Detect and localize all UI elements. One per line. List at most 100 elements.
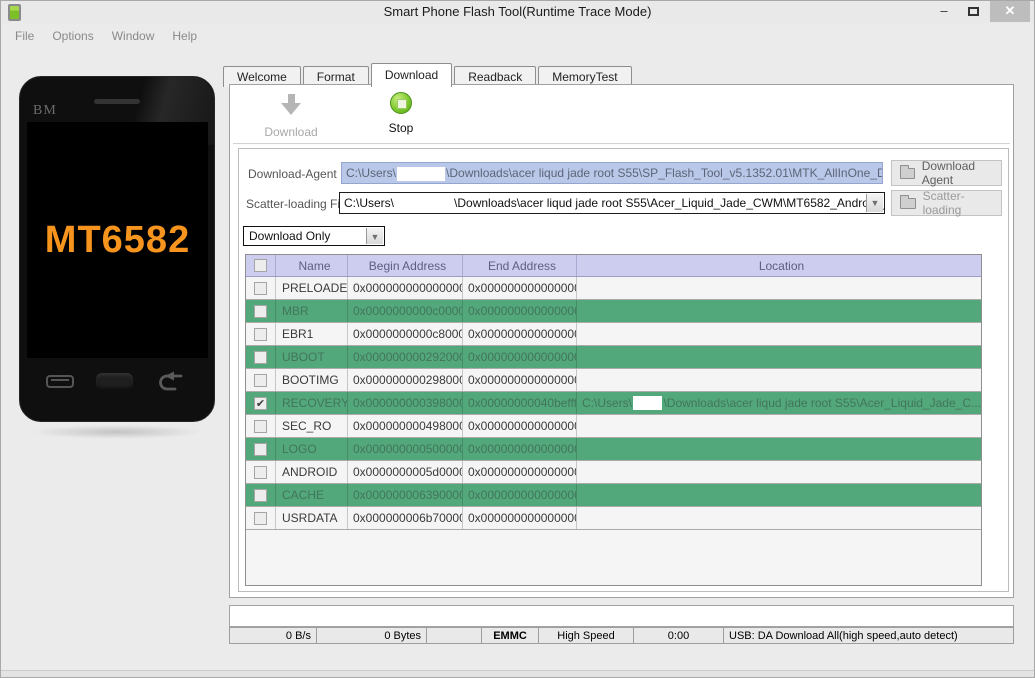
begin-address: 0x0000000003980000	[348, 392, 463, 414]
status-usb-mode: USB: DA Download All(high speed,auto det…	[729, 629, 958, 642]
table-row[interactable]: MBR 0x0000000000c00000 0x0000000000000000	[246, 300, 981, 323]
table-row[interactable]: CACHE 0x0000000063900000 0x000000000000000…	[246, 484, 981, 507]
phone-home-button	[95, 372, 133, 390]
row-check-cell	[246, 323, 276, 345]
row-checkbox[interactable]	[254, 327, 267, 341]
menu-help[interactable]: Help	[172, 29, 197, 43]
download-agent-field[interactable]: C:\Users\ \Downloads\acer liqud jade root…	[341, 162, 883, 184]
row-check-cell: ✔	[246, 392, 276, 414]
row-check-cell	[246, 369, 276, 391]
end-address: 0x0000000000000000	[463, 461, 577, 483]
menu-file[interactable]: File	[15, 29, 34, 43]
end-address: 0x0000000000000000	[463, 323, 577, 345]
header-end-address[interactable]: End Address	[463, 255, 577, 276]
begin-address: 0x000000006b700000	[348, 507, 463, 529]
begin-address: 0x0000000000c80000	[348, 323, 463, 345]
end-address: 0x0000000000000000	[463, 484, 577, 506]
scatter-path-prefix: C:\Users\	[344, 196, 395, 210]
redacted-username	[395, 196, 454, 211]
end-address: 0x0000000000000000	[463, 415, 577, 437]
scatter-file-combobox[interactable]: C:\Users\ \Downloads\acer liqud jade root…	[339, 192, 885, 214]
chevron-down-icon[interactable]: ▼	[366, 228, 383, 244]
partition-name: USRDATA	[276, 507, 348, 529]
row-checkbox[interactable]	[254, 465, 267, 479]
begin-address: 0x0000000005d00000	[348, 461, 463, 483]
partition-name: SEC_RO	[276, 415, 348, 437]
location-path-prefix: C:\Users\	[582, 396, 633, 410]
row-check-cell	[246, 438, 276, 460]
close-button[interactable]: ✕	[990, 1, 1030, 22]
row-checkbox[interactable]	[254, 304, 267, 318]
minimize-button[interactable]: –	[930, 1, 958, 22]
end-address: 0x00000000040befff	[463, 392, 577, 414]
download-group-box: Download-Agent C:\Users\ \Downloads\acer …	[238, 148, 1009, 592]
location-cell	[577, 369, 981, 391]
download-arrow-icon	[278, 92, 304, 118]
select-all-checkbox[interactable]	[254, 259, 267, 272]
table-row[interactable]: ✔ RECOVERY 0x0000000003980000 0x00000000040…	[246, 392, 981, 415]
partition-name: EBR1	[276, 323, 348, 345]
download-tab-page: Download Stop Download-Agent C:\Users\ \D…	[229, 84, 1014, 598]
download-action-label: Download	[264, 125, 318, 139]
window-bottom-edge	[1, 670, 1034, 677]
begin-address: 0x0000000000c00000	[348, 300, 463, 322]
partition-table: Name Begin Address End Address Location …	[245, 254, 982, 586]
status-blank	[427, 628, 482, 643]
row-checkbox[interactable]	[254, 373, 267, 387]
scatter-loading-button[interactable]: Scatter-loading	[891, 189, 1002, 217]
scatter-path-suffix: \Downloads\acer liqud jade root S55\Acer…	[454, 196, 884, 210]
status-connection: High Speed	[539, 628, 634, 643]
table-row[interactable]: USRDATA 0x000000006b700000 0x0000000000000…	[246, 507, 981, 530]
status-bar: 0 B/s 0 Bytes EMMC High Speed 0:00 USB: …	[229, 627, 1014, 644]
location-cell: C:\Users\ \Downloads\acer liqud jade root…	[577, 392, 981, 414]
row-checkbox[interactable]	[254, 488, 267, 502]
phone-screen: MT6582	[27, 122, 208, 358]
partition-name: BOOTIMG	[276, 369, 348, 391]
download-mode-value: Download Only	[249, 229, 331, 243]
table-row[interactable]: ANDROID 0x0000000005d00000 0x0000000000000…	[246, 461, 981, 484]
maximize-button[interactable]	[959, 1, 987, 22]
row-checkbox[interactable]	[254, 281, 267, 295]
begin-address: 0x0000000002920000	[348, 346, 463, 368]
begin-address: 0x0000000004980000	[348, 415, 463, 437]
end-address: 0x0000000000000000	[463, 277, 577, 299]
table-header-row: Name Begin Address End Address Location	[246, 255, 981, 277]
row-check-cell	[246, 484, 276, 506]
download-action-button[interactable]: Download	[252, 92, 330, 142]
download-agent-button-label: Download Agent	[921, 159, 976, 187]
maximize-icon	[967, 7, 979, 16]
tab-download[interactable]: Download	[370, 63, 453, 87]
table-row[interactable]: BOOTIMG 0x0000000002980000 0x0000000000000…	[246, 369, 981, 392]
row-checkbox[interactable]	[254, 419, 267, 433]
agent-path-suffix: \Downloads\acer liqud jade root S55\SP_F…	[446, 166, 883, 180]
row-check-cell	[246, 277, 276, 299]
folder-icon	[900, 194, 916, 209]
row-checkbox-checked[interactable]: ✔	[254, 396, 267, 410]
toolbar-separator	[233, 143, 1010, 145]
chevron-down-icon[interactable]: ▼	[866, 194, 883, 212]
stop-action-button[interactable]: Stop	[362, 92, 440, 142]
row-checkbox[interactable]	[254, 350, 267, 364]
partition-name: ANDROID	[276, 461, 348, 483]
table-row[interactable]: PRELOADER0x00000000000000000x00000000000…	[246, 277, 981, 300]
app-window: Smart Phone Flash Tool(Runtime Trace Mod…	[0, 0, 1035, 678]
header-location[interactable]: Location	[577, 255, 981, 276]
end-address: 0x0000000000000000	[463, 507, 577, 529]
title-bar: Smart Phone Flash Tool(Runtime Trace Mod…	[1, 1, 1034, 23]
location-cell	[577, 277, 981, 299]
table-row[interactable]: UBOOT 0x0000000002920000 0x000000000000000…	[246, 346, 981, 369]
header-begin-address[interactable]: Begin Address	[348, 255, 463, 276]
row-checkbox[interactable]	[254, 511, 267, 525]
download-agent-button[interactable]: Download Agent	[891, 159, 1002, 187]
partition-name: MBR	[276, 300, 348, 322]
table-row[interactable]: EBR1 0x0000000000c80000 0x0000000000000000	[246, 323, 981, 346]
table-row[interactable]: SEC_RO 0x0000000004980000 0x00000000000000…	[246, 415, 981, 438]
table-row[interactable]: LOGO 0x0000000005000000 0x0000000000000000	[246, 438, 981, 461]
header-name[interactable]: Name	[276, 255, 348, 276]
location-cell	[577, 346, 981, 368]
row-checkbox[interactable]	[254, 442, 267, 456]
menu-options[interactable]: Options	[52, 29, 93, 43]
download-mode-select[interactable]: Download Only ▼	[243, 226, 385, 246]
partition-name: RECOVERY	[276, 392, 348, 414]
menu-window[interactable]: Window	[112, 29, 155, 43]
